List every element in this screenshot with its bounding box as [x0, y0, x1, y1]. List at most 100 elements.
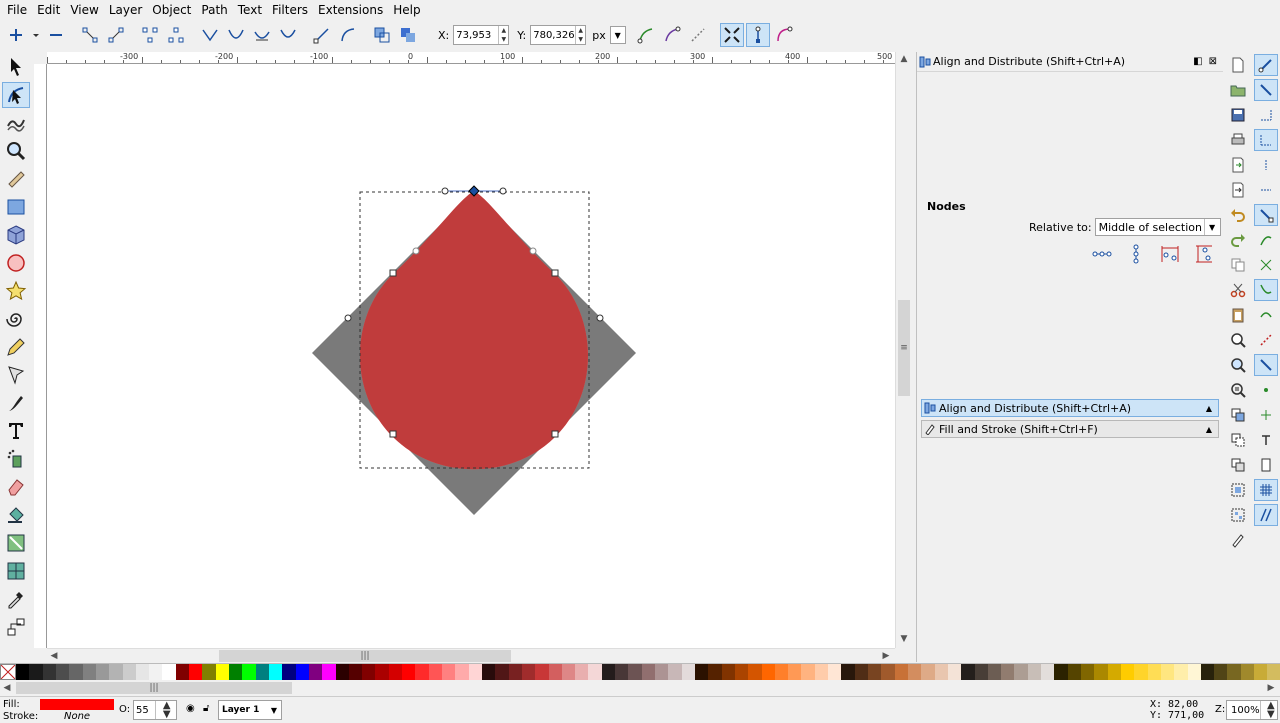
join-segment-icon[interactable]	[138, 23, 162, 47]
menu-path[interactable]: Path	[196, 0, 232, 20]
palette-swatch[interactable]	[508, 664, 522, 680]
connector-tool-icon[interactable]	[2, 614, 30, 640]
path-node[interactable]	[551, 430, 559, 438]
palette-swatch[interactable]	[548, 664, 562, 680]
palette-swatch[interactable]	[1200, 664, 1215, 680]
path-node[interactable]	[389, 430, 397, 438]
snap-page-border-icon[interactable]	[1254, 454, 1278, 476]
align-nodes-vertical-icon[interactable]	[1123, 242, 1149, 266]
no-paint-swatch[interactable]	[0, 664, 16, 680]
palette-swatch[interactable]	[907, 664, 922, 680]
dock-close-icon[interactable]: ⊠	[1209, 56, 1217, 67]
copy-icon[interactable]	[1226, 254, 1250, 276]
menu-edit[interactable]: Edit	[32, 0, 65, 20]
palette-swatch[interactable]	[268, 664, 283, 680]
break-path-icon[interactable]	[104, 23, 128, 47]
palette-swatch[interactable]	[428, 664, 442, 680]
palette-swatch[interactable]	[29, 664, 43, 680]
palette-swatch[interactable]	[828, 664, 842, 680]
palette-swatch[interactable]	[1267, 664, 1280, 680]
show-path-outline-icon[interactable]	[772, 23, 796, 47]
ellipse-tool-icon[interactable]	[2, 250, 30, 276]
pen-tool-icon[interactable]	[2, 362, 30, 388]
scroll-right-icon[interactable]: ▶	[879, 649, 893, 663]
zoom-page-icon[interactable]	[1226, 379, 1250, 401]
palette-swatch[interactable]	[641, 664, 655, 680]
fill-indicator[interactable]	[40, 699, 114, 710]
dropper-tool-icon[interactable]	[2, 586, 30, 612]
scroll-down-icon[interactable]: ▼	[897, 632, 911, 646]
y-spinner[interactable]: ▲ ▼	[575, 26, 585, 44]
fill-stroke-tab[interactable]: Fill and Stroke (Shift+Ctrl+F) ▲	[921, 420, 1219, 438]
palette-swatch[interactable]	[149, 664, 163, 680]
palette-swatch[interactable]	[295, 664, 309, 680]
palette-swatch[interactable]	[375, 664, 389, 680]
show-bezier-handles-icon[interactable]	[745, 23, 770, 47]
palette-swatch[interactable]	[961, 664, 975, 680]
redo-icon[interactable]	[1226, 229, 1250, 251]
chevron-down-icon[interactable]: ▼	[1203, 219, 1220, 235]
palette-swatch[interactable]	[242, 664, 256, 680]
calligraphy-tool-icon[interactable]	[2, 390, 30, 416]
palette-swatch[interactable]	[229, 664, 243, 680]
palette-swatch[interactable]	[215, 664, 229, 680]
snap-centers-icon[interactable]	[1254, 379, 1278, 401]
palette-swatch[interactable]	[95, 664, 110, 680]
y-coordinate-input[interactable]	[531, 26, 576, 44]
snap-guide-icon[interactable]	[1254, 504, 1278, 526]
palette-swatch[interactable]	[348, 664, 363, 680]
menu-layer[interactable]: Layer	[104, 0, 147, 20]
save-document-icon[interactable]	[1226, 104, 1250, 126]
bezier-handle[interactable]	[596, 314, 604, 322]
canvas-drawing[interactable]	[47, 64, 895, 648]
zoom-spinner[interactable]: ▲ ▼	[1259, 701, 1277, 720]
palette-swatch[interactable]	[388, 664, 403, 680]
opacity-field[interactable]: 55 ▲ ▼	[133, 700, 177, 720]
palette-swatch[interactable]	[162, 664, 176, 680]
palette-swatch[interactable]	[561, 664, 576, 680]
palette-swatch[interactable]	[122, 664, 136, 680]
vertical-scrollbar[interactable]: ▲ ≡ ▼	[895, 52, 911, 648]
palette-swatch[interactable]	[1240, 664, 1255, 680]
palette-swatch[interactable]	[681, 664, 695, 680]
palette-swatch[interactable]	[588, 664, 602, 680]
palette-swatch[interactable]	[814, 664, 829, 680]
collapse-icon[interactable]: ▲	[1206, 404, 1218, 413]
edit-mask-icon[interactable]	[660, 23, 684, 47]
palette-swatch[interactable]	[1081, 664, 1095, 680]
ungroup-icon[interactable]	[1226, 504, 1250, 526]
bezier-handle[interactable]	[344, 314, 352, 322]
import-icon[interactable]	[1226, 154, 1250, 176]
palette-swatch[interactable]	[694, 664, 709, 680]
stroke-to-path-icon[interactable]	[396, 23, 420, 47]
path-node[interactable]	[551, 269, 559, 277]
horizontal-scroll-thumb[interactable]: |||	[219, 650, 511, 662]
scroll-up-icon[interactable]: ▲	[897, 52, 911, 66]
palette-swatch[interactable]	[934, 664, 948, 680]
palette-swatch[interactable]	[521, 664, 536, 680]
palette-swatch[interactable]	[55, 664, 70, 680]
snap-bbox-edge-icon[interactable]	[1254, 104, 1278, 126]
bezier-handle[interactable]	[499, 187, 507, 195]
snap-bbox-corner-icon[interactable]	[1254, 129, 1278, 151]
segment-to-curve-icon[interactable]	[336, 23, 360, 47]
visibility-eye-icon[interactable]: ◉	[186, 703, 198, 715]
vertical-ruler[interactable]	[34, 64, 47, 648]
palette-swatch[interactable]	[748, 664, 762, 680]
menu-file[interactable]: File	[2, 0, 32, 20]
current-layer-select[interactable]: Layer 1 ▼	[218, 700, 282, 720]
palette-swatch[interactable]	[628, 664, 642, 680]
palette-swatch[interactable]	[974, 664, 988, 680]
palette-swatch[interactable]	[109, 664, 123, 680]
tweak-tool-icon[interactable]	[2, 110, 30, 136]
palette-swatch[interactable]	[69, 664, 83, 680]
rectangle-tool-icon[interactable]	[2, 194, 30, 220]
relative-to-select[interactable]: Middle of selection ▼	[1094, 218, 1221, 236]
palette-swatch[interactable]	[1094, 664, 1108, 680]
palette-swatch[interactable]	[1147, 664, 1161, 680]
scroll-left-icon[interactable]: ◀	[0, 681, 14, 695]
palette-swatch[interactable]	[1227, 664, 1241, 680]
palette-swatch[interactable]	[1014, 664, 1028, 680]
star-tool-icon[interactable]	[2, 278, 30, 304]
palette-swatch[interactable]	[468, 664, 482, 680]
